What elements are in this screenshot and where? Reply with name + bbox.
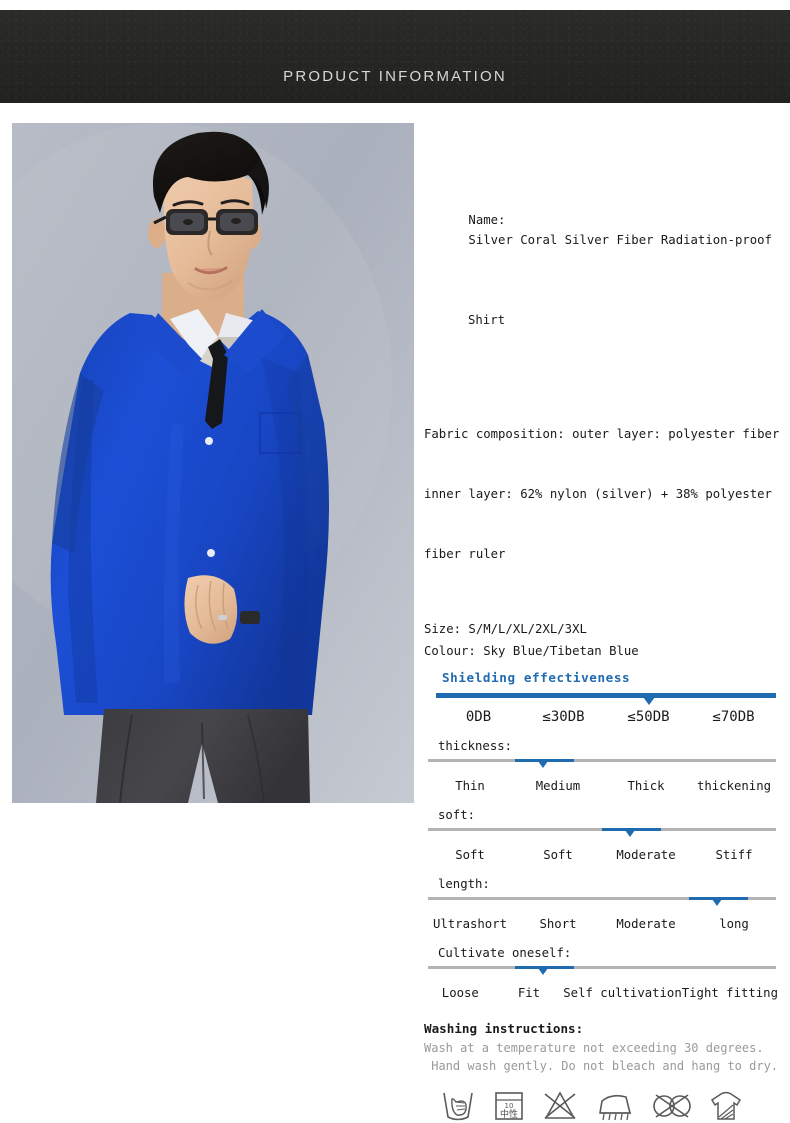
neutral-detergent-icon: 10 中性 xyxy=(492,1089,526,1123)
scale-option-0[interactable]: Loose xyxy=(426,983,495,1003)
shielding-section: Shielding effectiveness 0DB ≤30DB ≤50DB ≤70… xyxy=(424,668,786,727)
scale-option-3[interactable]: long xyxy=(690,914,778,934)
fabric-line-2: inner layer: 62% nylon (silver) + 38% po… xyxy=(424,487,772,501)
scale-label: thickness: xyxy=(438,739,513,753)
shielding-option-0[interactable]: 0DB xyxy=(436,707,521,727)
scale-option-1[interactable]: Soft xyxy=(514,845,602,865)
scale-track-wrap xyxy=(428,897,776,907)
product-name-value: Silver Coral Silver Fiber Radiation-proo… xyxy=(468,233,772,247)
attribute-scales: thickness: Thin Medium Thick thickening soft:… xyxy=(424,736,786,1003)
scale-marker xyxy=(624,830,635,837)
scale-option-2[interactable]: Moderate xyxy=(602,845,690,865)
scale-track xyxy=(428,759,776,762)
scale-label: soft: xyxy=(438,808,476,822)
scale-option-2[interactable]: Moderate xyxy=(602,914,690,934)
scale-option-0[interactable]: Thin xyxy=(426,776,514,796)
detergent-temp-text: 10 xyxy=(505,1102,514,1110)
scale-option-1[interactable]: Medium xyxy=(514,776,602,796)
do-not-dry-clean-icon xyxy=(650,1089,692,1123)
shielding-bar xyxy=(436,693,776,698)
product-photo xyxy=(12,123,414,803)
detergent-neutral-text: 中性 xyxy=(500,1108,518,1120)
washing-section: Washing instructions: Wash at a temperat… xyxy=(424,1019,786,1123)
shielding-option-1[interactable]: ≤30DB xyxy=(521,707,606,727)
product-name-block: Name: Silver Coral Silver Fiber Radiatio… xyxy=(424,150,786,370)
header-banner xyxy=(0,10,790,103)
scale-label: Cultivate oneself: xyxy=(438,946,572,960)
shielding-title: Shielding effectiveness xyxy=(442,670,631,685)
scale-marker xyxy=(711,899,722,906)
shielding-options: 0DB ≤30DB ≤50DB ≤70DB xyxy=(436,707,776,727)
scale-option-2[interactable]: Self cultivation xyxy=(563,983,681,1003)
scale-track-wrap xyxy=(428,828,776,838)
washing-line-2: Hand wash gently. Do not bleach and hang… xyxy=(424,1059,779,1073)
scale-option-3[interactable]: Stiff xyxy=(690,845,778,865)
size-line: Size: S/M/L/XL/2XL/3XL xyxy=(424,622,587,636)
scale-cultivate-oneself-: Cultivate oneself: Loose Fit Self cultivati… xyxy=(424,943,786,1003)
product-name-line1: Name: Silver Coral Silver Fiber Radiatio… xyxy=(424,190,786,270)
hang-dry-icon xyxy=(706,1089,746,1123)
iron-icon xyxy=(594,1089,636,1123)
scale-track xyxy=(428,966,776,969)
scale-option-0[interactable]: Soft xyxy=(426,845,514,865)
washing-line-1: Wash at a temperature not exceeding 30 d… xyxy=(424,1041,764,1055)
shielding-option-2[interactable]: ≤50DB xyxy=(606,707,691,727)
scale-option-3[interactable]: Tight fitting xyxy=(682,983,778,1003)
fabric-line-1: Fabric composition: outer layer: polyest… xyxy=(424,427,780,441)
shielding-marker xyxy=(642,697,655,705)
page-title: PRODUCT INFORMATION xyxy=(283,68,507,85)
hand-wash-icon xyxy=(438,1089,478,1123)
shielding-option-3[interactable]: ≤70DB xyxy=(691,707,776,727)
fabric-composition-block: Fabric composition: outer layer: polyest… xyxy=(424,384,786,604)
care-icon-row: 10 中性 xyxy=(438,1089,786,1123)
scale-option-3[interactable]: thickening xyxy=(690,776,778,796)
scale-track-wrap xyxy=(428,759,776,769)
scale-options: Thin Medium Thick thickening xyxy=(426,776,778,796)
scale-soft-: soft: Soft Soft Moderate Stiff xyxy=(424,805,786,865)
scale-marker xyxy=(537,968,548,975)
scale-track-wrap xyxy=(428,966,776,976)
scale-options: Soft Soft Moderate Stiff xyxy=(426,845,778,865)
washing-title: Washing instructions: xyxy=(424,1021,584,1036)
product-name-label: Name: xyxy=(468,213,506,227)
scale-label: length: xyxy=(438,877,490,891)
colour-line: Colour: Sky Blue/Tibetan Blue xyxy=(424,644,639,658)
do-not-bleach-icon xyxy=(540,1089,580,1123)
scale-option-2[interactable]: Thick xyxy=(602,776,690,796)
scale-option-1[interactable]: Fit xyxy=(495,983,564,1003)
scale-options: Ultrashort Short Moderate long xyxy=(426,914,778,934)
product-name-line2: Shirt xyxy=(468,313,506,327)
scale-options: Loose Fit Self cultivation Tight fitting xyxy=(426,983,778,1003)
scale-length-: length: Ultrashort Short Moderate long xyxy=(424,874,786,934)
fabric-line-3: fiber ruler xyxy=(424,547,506,561)
product-info-panel: Name: Silver Coral Silver Fiber Radiatio… xyxy=(424,150,786,1123)
scale-option-0[interactable]: Ultrashort xyxy=(426,914,514,934)
scale-thickness-: thickness: Thin Medium Thick thickening xyxy=(424,736,786,796)
shielding-bar-wrap xyxy=(436,693,776,705)
scale-option-1[interactable]: Short xyxy=(514,914,602,934)
scale-marker xyxy=(537,761,548,768)
